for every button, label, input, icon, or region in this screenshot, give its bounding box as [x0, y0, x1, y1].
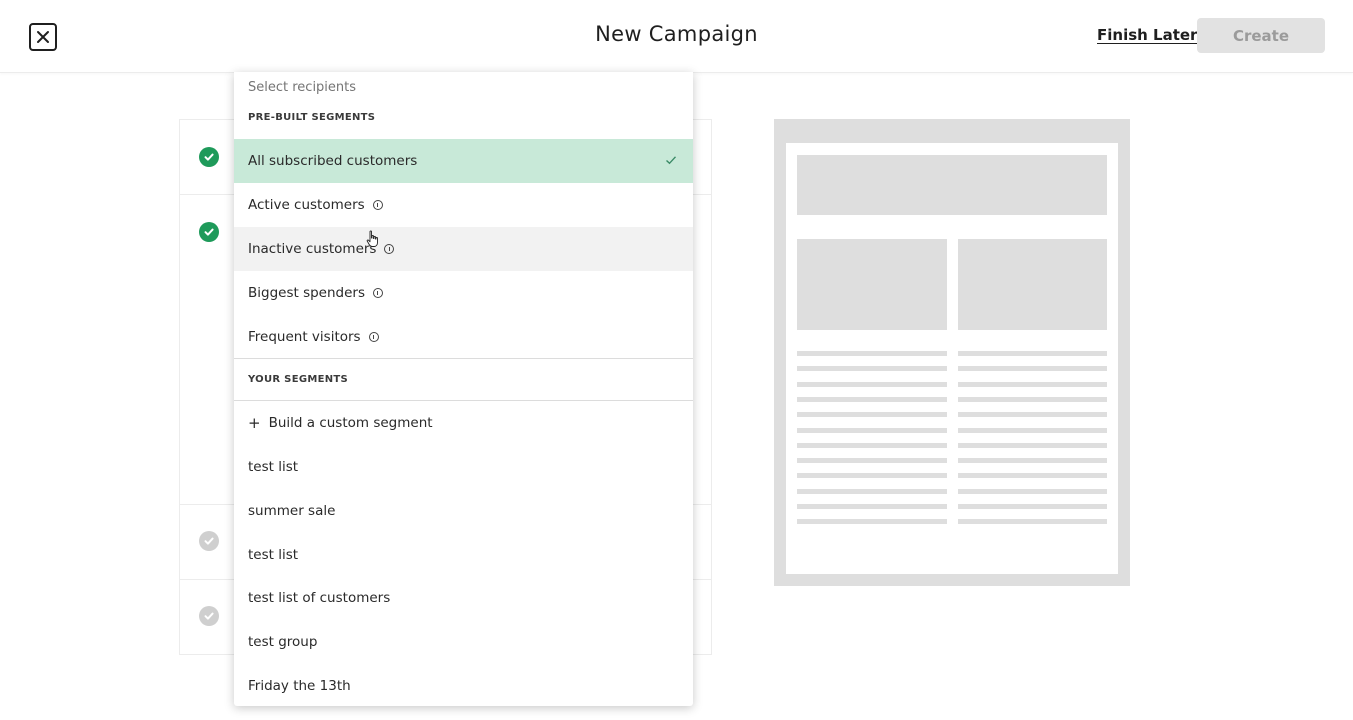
preview-text-line [958, 504, 1107, 509]
preview-text-line [958, 366, 1107, 372]
info-icon[interactable] [368, 332, 379, 342]
preview-text-line [797, 519, 947, 525]
preview-text-line [797, 381, 947, 387]
preview-text-line [797, 473, 947, 479]
segment-label: test list [248, 459, 299, 475]
segment-label: test list [248, 547, 299, 563]
preview-text-line [958, 427, 1107, 433]
build-custom-label: Build a custom segment [268, 415, 433, 431]
segment-label: Active customers [248, 197, 365, 213]
segment-frequent-visitors[interactable]: Frequent visitors [234, 315, 693, 359]
segment-item[interactable]: test list of customers [234, 576, 693, 620]
segment-inactive-customers[interactable]: Inactive customers [234, 227, 693, 271]
check-circle-icon [199, 222, 219, 242]
preview-text-line [958, 442, 1107, 448]
check-circle-icon [199, 606, 219, 626]
preview-image-right [958, 239, 1107, 330]
segment-item[interactable]: test list [234, 533, 693, 577]
finish-later-link[interactable]: Finish Later [1097, 26, 1197, 44]
check-circle-icon [199, 147, 219, 167]
segment-label: All subscribed customers [248, 153, 418, 169]
segment-label: Friday the 13th [248, 678, 351, 694]
preview-text-line [797, 488, 947, 494]
preview-text-line [958, 412, 1107, 418]
preview-text-line [797, 442, 947, 448]
segment-label: summer sale [248, 503, 336, 519]
segment-label: test group [248, 634, 318, 650]
preview-text-line [797, 351, 947, 356]
segment-label: Biggest spenders [248, 285, 365, 301]
info-icon[interactable] [384, 244, 395, 254]
check-circle-icon [199, 531, 219, 551]
checkmark-icon [666, 156, 677, 165]
recipients-dropdown: PRE-BUILT SEGMENTS All subscribed custom… [234, 72, 693, 706]
plus-icon: + [248, 413, 261, 432]
preview-text-line [797, 427, 947, 433]
email-preview [774, 119, 1130, 586]
preview-text-line [958, 351, 1107, 356]
preview-text-line [958, 488, 1107, 494]
segment-biggest-spenders[interactable]: Biggest spenders [234, 271, 693, 315]
top-bar: New Campaign Finish Later Create [0, 0, 1353, 73]
preview-text-line [958, 381, 1107, 387]
segment-item[interactable]: summer sale [234, 489, 693, 533]
segment-item[interactable]: test list [234, 445, 693, 489]
segment-item[interactable]: Friday the 13th [234, 664, 693, 706]
create-button[interactable]: Create [1197, 18, 1325, 53]
preview-text-line [958, 519, 1107, 525]
segment-all-subscribed[interactable]: All subscribed customers [234, 139, 693, 183]
segment-label: Frequent visitors [248, 329, 361, 345]
preview-text-line [797, 412, 947, 418]
preview-text-line [958, 396, 1107, 402]
segment-label: test list of customers [248, 590, 391, 606]
section-divider [234, 358, 693, 359]
preview-header-block [797, 155, 1107, 215]
segment-label: Inactive customers [248, 241, 377, 257]
info-icon[interactable] [372, 200, 383, 210]
preview-page [786, 143, 1118, 574]
your-segments-heading: YOUR SEGMENTS [248, 374, 349, 385]
info-icon[interactable] [373, 288, 383, 298]
prebuilt-segments-heading: PRE-BUILT SEGMENTS [248, 112, 376, 123]
recipients-search-input[interactable] [234, 72, 693, 98]
preview-text-line [797, 366, 947, 372]
segment-active-customers[interactable]: Active customers [234, 183, 693, 227]
preview-text-line [797, 458, 947, 464]
hand-cursor-icon [366, 230, 378, 247]
preview-image-left [797, 239, 947, 330]
preview-text-line [958, 458, 1107, 464]
preview-text-line [797, 396, 947, 402]
segment-item[interactable]: test group [234, 620, 693, 664]
preview-text-line [797, 504, 947, 509]
build-custom-segment[interactable]: + Build a custom segment [234, 401, 693, 445]
preview-text-line [958, 473, 1107, 479]
